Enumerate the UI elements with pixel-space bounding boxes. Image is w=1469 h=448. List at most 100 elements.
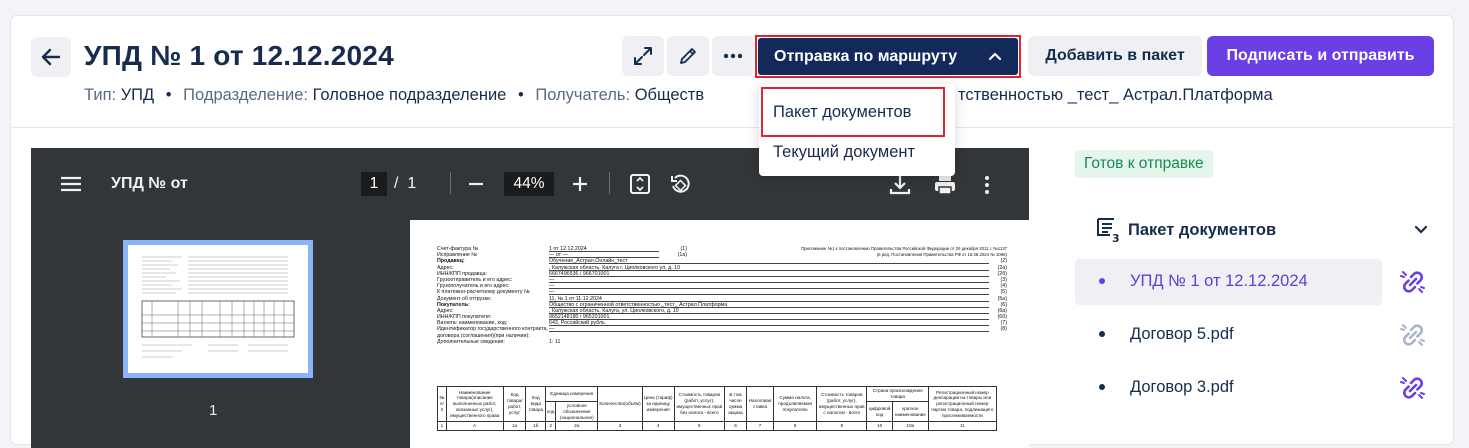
- minus-icon: [469, 182, 483, 186]
- expand-icon: [634, 47, 652, 65]
- invoice-field-value: [549, 333, 989, 339]
- package-document-item[interactable]: Договор 3.pdf: [1075, 365, 1382, 411]
- invoice-table-cell: Налоговая ставка: [745, 385, 775, 423]
- page-number-input[interactable]: 1: [361, 172, 387, 196]
- page-separator: /: [394, 175, 399, 192]
- package-document-item[interactable]: УПД № 1 от 12.12.2024: [1075, 259, 1382, 305]
- invoice-table-cell: 7: [745, 421, 775, 432]
- invoice-field-value: Общество с ограниченной ответственностью…: [549, 302, 989, 308]
- link-document-button[interactable]: [1399, 374, 1427, 402]
- recipient-value-end: тственностью _тест_ Астрал.Платформа: [958, 86, 1273, 104]
- bullet: [1099, 331, 1105, 337]
- invoice-table-cell: Код товара/ работ, услуг: [502, 385, 527, 423]
- add-to-package-button[interactable]: Добавить в пакет: [1028, 36, 1202, 76]
- edit-button[interactable]: [667, 36, 709, 76]
- menu-item-highlight: [761, 87, 945, 137]
- invoice-field-label: Дополнительные сведения:: [437, 338, 505, 345]
- invoice-field-value: —: [549, 277, 989, 283]
- chevron-up-icon: [988, 52, 1002, 61]
- invoice-table-cell: А: [445, 421, 504, 432]
- hamburger-icon: [61, 176, 81, 192]
- invoice-table-cell: 11: [927, 421, 998, 432]
- thumbnail-preview: [128, 245, 308, 373]
- plus-icon: [573, 177, 587, 191]
- invoice-field-value: 1 от 12.12.2024: [549, 246, 659, 252]
- route-send-label: Отправка по маршруту: [774, 47, 958, 65]
- invoice-field-value: Обучение_Астрал.Онлайн_тест: [549, 258, 989, 265]
- invoice-table-cell: 10: [866, 421, 893, 432]
- zoom-level-input[interactable]: 44%: [504, 172, 554, 196]
- fit-page-button[interactable]: [628, 172, 652, 196]
- rotate-button[interactable]: [668, 172, 692, 196]
- route-send-button[interactable]: Отправка по маршруту: [758, 38, 1018, 75]
- invoice-field-row: Дополнительные сведения: 1: 11: [437, 339, 1007, 345]
- sign-and-send-button[interactable]: Подписать и отправить: [1207, 36, 1434, 76]
- back-button[interactable]: [31, 37, 71, 77]
- invoice-table-cell: 3: [597, 421, 643, 432]
- printer-icon: [935, 176, 955, 195]
- more-vertical-icon: [985, 176, 989, 194]
- zoom-in-button[interactable]: [570, 174, 590, 194]
- svg-text:3: 3: [1112, 232, 1120, 244]
- zoom-out-button[interactable]: [466, 174, 486, 194]
- invoice-table-cell: краткое наименование: [891, 400, 929, 423]
- recipient-value-start: Обществ: [634, 86, 705, 104]
- package-document-item[interactable]: Договор 5.pdf: [1075, 312, 1382, 358]
- total-pages: 1: [407, 175, 417, 192]
- invoice-table-cell: 2а: [555, 421, 599, 432]
- invoice-document: Приложение №1 к постановлению Правительс…: [437, 246, 1007, 432]
- invoice-field-value: 6667496536 / 966701001: [549, 271, 989, 277]
- package-title: Пакет документов: [1128, 221, 1277, 239]
- invoice-field-value: —: [549, 283, 989, 290]
- type-label: Тип:: [84, 86, 117, 104]
- download-icon: [889, 176, 911, 195]
- invoice-table-cell: Регистрационный номер декларации на това…: [927, 385, 998, 423]
- invoice-table-cell: 1: [437, 421, 447, 432]
- recipient-label: Получатель:: [535, 86, 631, 104]
- invoice-field-value: —: [549, 289, 989, 296]
- division-label: Подразделение:: [183, 86, 308, 104]
- document-package-header[interactable]: 3 Пакет документов: [1085, 212, 1439, 248]
- invoice-table-cell: 1а: [502, 421, 527, 432]
- link-icon: [1400, 377, 1425, 399]
- invoice-table-cell: Стоимость товаров (работ, услуг), имущес…: [673, 385, 726, 423]
- rotate-icon: [671, 174, 690, 193]
- viewer-more-button[interactable]: [979, 172, 995, 198]
- invoice-table-cell: Стоимость товаров (работ, услуг), имущес…: [816, 385, 868, 423]
- pdf-viewer: УПД № от 1 / 1 44% 1 Приложение №1 к пос…: [31, 148, 1029, 448]
- document-name: Договор 5.pdf: [1130, 325, 1234, 343]
- pdf-title: УПД № от: [111, 175, 188, 192]
- link-document-button[interactable]: [1399, 321, 1427, 349]
- invoice-table-cell: Код вида товара: [525, 385, 547, 423]
- link-document-button[interactable]: [1399, 268, 1427, 296]
- link-icon: [1400, 324, 1425, 346]
- invoice-table: № п/п Наименование товара(описание выполн…: [437, 385, 998, 432]
- fullscreen-button[interactable]: [622, 36, 664, 76]
- document-name: УПД № 1 от 12.12.2024: [1130, 272, 1308, 290]
- meta-separator: •: [165, 86, 172, 104]
- invoice-table-cell: Количество(объём): [597, 385, 643, 423]
- invoice-table-cell: 4: [641, 421, 675, 432]
- menu-item-current-document[interactable]: Текущий документ: [759, 132, 955, 172]
- invoice-table-cell: 9: [816, 421, 868, 432]
- invoice-table-cell: 6: [724, 421, 747, 432]
- division-value: Головное подразделение: [312, 86, 507, 104]
- document-name: Договор 3.pdf: [1130, 378, 1234, 396]
- invoice-table-cell: № п/п: [437, 385, 447, 423]
- invoice-table-cell: Сумма налога, предъявляемая покупателю: [773, 385, 818, 423]
- page-thumbnail[interactable]: [123, 240, 313, 378]
- invoice-table-cell: Наименование товара(описание выполненных…: [445, 385, 504, 423]
- fit-page-icon: [630, 174, 650, 194]
- invoice-table-cell: цифровой код: [866, 400, 893, 423]
- status-badge: Готов к отправке: [1075, 150, 1213, 178]
- invoice-table-cell: 8: [773, 421, 818, 432]
- pdf-page: Приложение №1 к постановлению Правительс…: [410, 220, 1029, 448]
- invoice-table-cell: В том числе сумма акциза: [724, 385, 747, 423]
- invoice-field-value: —: [549, 326, 989, 333]
- more-button[interactable]: [712, 36, 754, 76]
- menu-button[interactable]: [59, 174, 83, 194]
- link-icon: [1400, 271, 1425, 293]
- chevron-down-icon: [1415, 225, 1427, 234]
- document-meta: Тип: УПД • Подразделение: Головное подра…: [84, 86, 704, 105]
- toolbar-divider: [450, 172, 451, 194]
